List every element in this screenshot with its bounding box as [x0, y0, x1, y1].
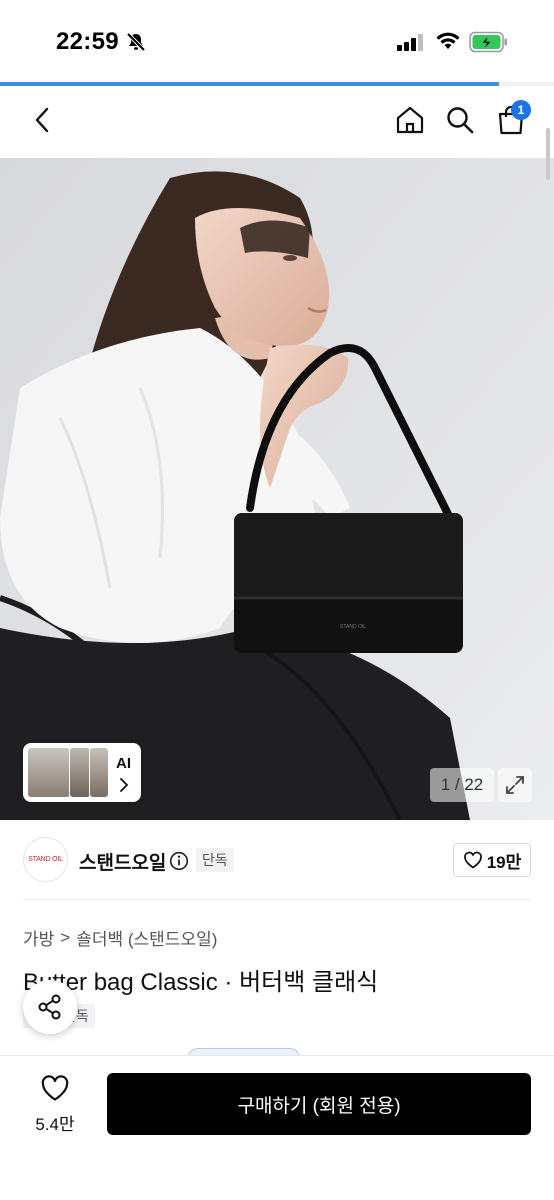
home-button[interactable] [390, 100, 430, 140]
cart-count-badge: 1 [511, 100, 531, 120]
status-bar: 22:59 [0, 0, 554, 82]
ai-thumbnail [69, 747, 91, 798]
home-icon [396, 106, 424, 134]
home-indicator [207, 1184, 347, 1189]
breadcrumb-category[interactable]: 가방 [23, 925, 54, 950]
share-icon [38, 994, 61, 1020]
image-counter: 1 / 22 [430, 768, 494, 802]
ai-thumbnail [89, 747, 109, 798]
product-image-gallery[interactable]: STAND OIL [0, 158, 554, 820]
chevron-right-icon [120, 778, 129, 792]
svg-text:STAND OIL: STAND OIL [340, 624, 366, 630]
scrollbar[interactable] [546, 128, 550, 180]
back-chevron-icon [35, 107, 49, 133]
wishlist-count: 5.4만 [35, 1115, 75, 1134]
expand-icon [506, 776, 524, 794]
breadcrumb: 가방 > 숄더백 (스탠드오일) [23, 925, 217, 950]
heart-icon [463, 851, 482, 869]
share-button[interactable] [23, 980, 77, 1034]
brand-name[interactable]: 스탠드오일 [79, 848, 166, 875]
buy-button[interactable]: 구매하기 (회원 전용) [107, 1073, 531, 1135]
heart-icon [41, 1075, 69, 1101]
brand-like-count: 19만 [486, 852, 522, 872]
brand-logo-text: STAND OIL [28, 856, 63, 863]
wishlist-button[interactable]: 5.4만 [22, 1072, 88, 1138]
breadcrumb-subcategory[interactable]: 숄더백 (스탠드오일) [76, 925, 217, 950]
divider [23, 899, 531, 900]
search-button[interactable] [440, 100, 480, 140]
wifi-icon [435, 31, 461, 56]
search-icon [447, 107, 474, 134]
product-photo: STAND OIL [0, 158, 554, 820]
ai-similar-looks-chip[interactable]: AI [23, 743, 141, 802]
product-title: Butter bag Classic · 버터백 클래식 [23, 969, 379, 996]
battery-charging-icon [469, 31, 509, 58]
info-icon[interactable] [169, 851, 189, 876]
brand-logo[interactable]: STAND OIL [23, 837, 68, 882]
brand-exclusive-tag: 단독 [196, 848, 234, 872]
breadcrumb-separator: > [60, 927, 71, 947]
expand-image-button[interactable] [498, 768, 532, 802]
brand-like-button[interactable]: 19만 [453, 843, 531, 877]
top-nav [0, 86, 554, 158]
bell-slash-icon [125, 31, 147, 58]
back-button[interactable] [22, 100, 62, 140]
status-time: 22:59 [56, 28, 119, 55]
cellular-signal-icon [397, 33, 425, 56]
ai-thumbnail [27, 747, 71, 798]
ai-label: AI [116, 755, 131, 772]
